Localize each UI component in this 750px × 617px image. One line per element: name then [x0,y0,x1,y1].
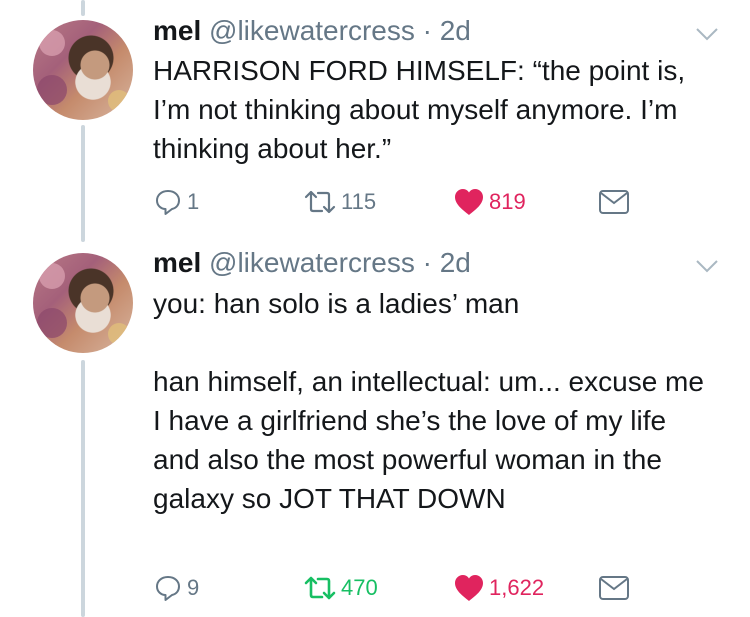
tweet-actions: 1 115 819 [153,187,653,217]
like-button[interactable]: 819 [453,187,526,217]
heart-icon [455,575,483,601]
handle[interactable]: @likewatercress [209,247,415,278]
display-name[interactable]: mel [153,247,201,278]
like-count: 1,622 [489,575,545,600]
reply-button[interactable]: 9 [153,573,199,603]
heart-icon [455,189,483,215]
avatar[interactable] [33,20,133,120]
reply-button[interactable]: 1 [153,187,199,217]
tweet-header: mel @likewatercress · 2d [153,246,471,280]
chevron-down-icon[interactable] [695,258,719,274]
retweet-button[interactable]: 115 [303,187,376,217]
chevron-down-icon[interactable] [695,26,719,42]
thread-line [81,360,85,617]
direct-message-icon [599,190,629,214]
separator: · [422,15,432,46]
handle[interactable]: @likewatercress [209,15,415,46]
thread-line [81,125,85,242]
direct-message-icon [599,576,629,600]
reply-icon [156,576,180,601]
timestamp[interactable]: 2d [440,15,471,46]
timestamp[interactable]: 2d [440,247,471,278]
tweet-text: HARRISON FORD HIMSELF: “the point is, I’… [153,55,693,164]
retweet-button[interactable]: 470 [303,573,378,603]
retweet-icon [304,190,336,214]
retweet-icon [304,576,336,600]
thread-line [81,0,85,16]
avatar[interactable] [33,253,133,353]
like-button[interactable]: 1,622 [453,573,544,603]
tweet-actions: 9 470 1,622 [153,573,653,603]
display-name[interactable]: mel [153,15,201,46]
like-count: 819 [489,189,526,214]
retweet-count: 115 [341,189,377,214]
tweet-header: mel @likewatercress · 2d [153,14,471,48]
reply-count: 1 [187,189,200,214]
tweet-text: you: han solo is a ladies’ man han himse… [153,288,704,514]
reply-icon [156,190,180,215]
separator: · [422,247,432,278]
retweet-count: 470 [341,575,378,600]
direct-message-button[interactable] [598,573,630,603]
direct-message-button[interactable] [598,187,630,217]
reply-count: 9 [187,575,200,600]
